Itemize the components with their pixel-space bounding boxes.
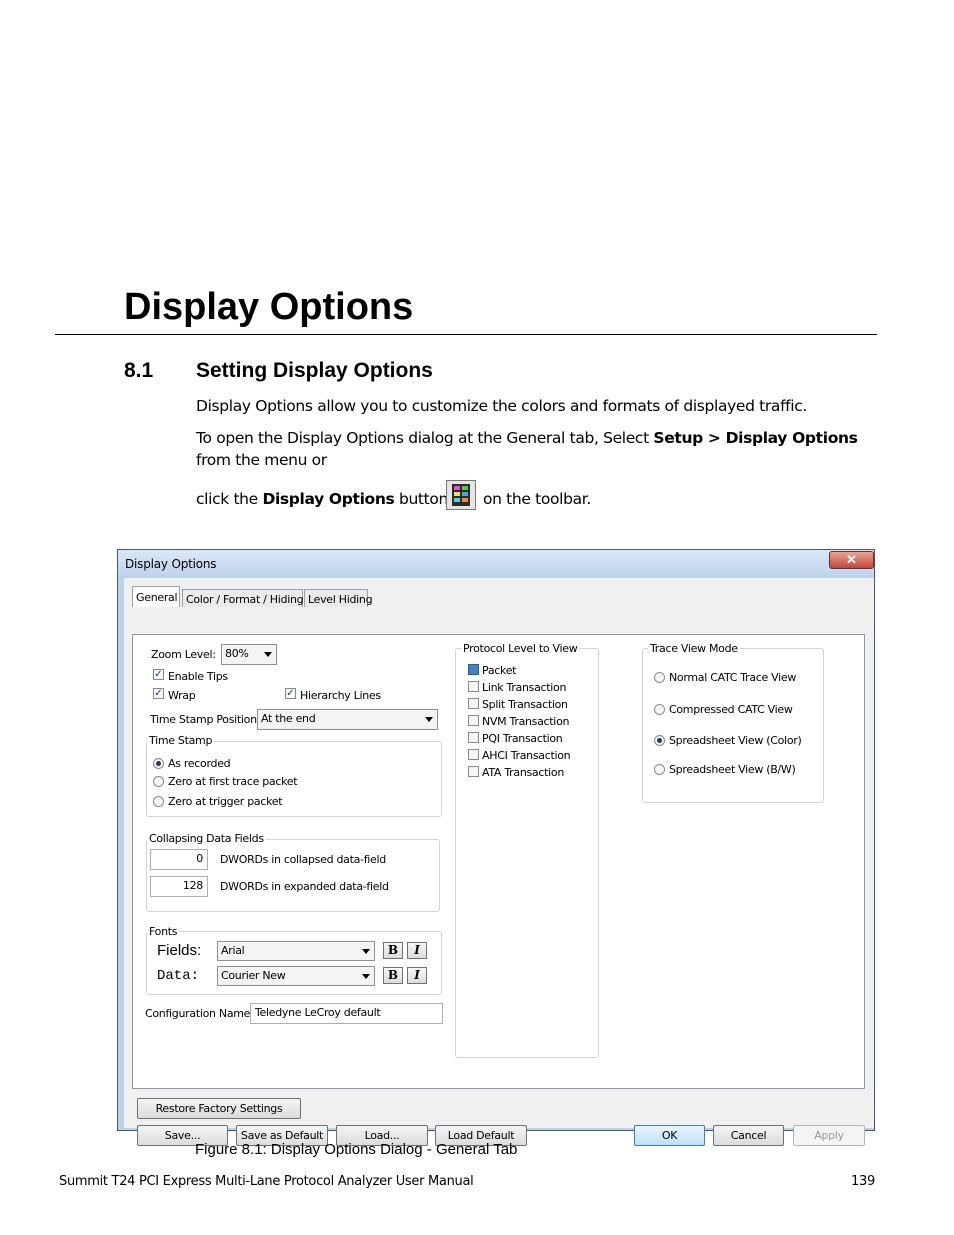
data-font-label: Data: <box>157 968 200 984</box>
spreadsheet-color-label: Spreadsheet View (Color) <box>669 734 802 747</box>
ahci-transaction-label: AHCI Transaction <box>482 749 571 762</box>
wrap-label: Wrap <box>168 689 196 702</box>
enable-tips-checkbox[interactable]: ✓ <box>153 669 164 680</box>
zoom-level-label: Zoom Level: <box>151 648 216 661</box>
normal-catc-radio[interactable] <box>654 672 665 683</box>
dialog-client-area: General Color / Format / Hiding Level Hi… <box>124 578 874 1146</box>
button-name: Display Options <box>262 490 395 508</box>
zero-first-packet-radio[interactable] <box>153 776 164 787</box>
fields-font-value: Arial <box>221 944 245 957</box>
zoom-level-value: 80% <box>225 647 249 660</box>
data-bold-button[interactable]: B <box>383 967 403 984</box>
zoom-level-select[interactable]: 80% <box>221 644 277 665</box>
pqi-transaction-label: PQI Transaction <box>482 732 563 745</box>
hierarchy-lines-label: Hierarchy Lines <box>300 689 381 702</box>
page-number: 139 <box>851 1174 875 1189</box>
protocol-level-group-label: Protocol Level to View <box>461 642 580 655</box>
section-number: 8.1 <box>124 359 154 382</box>
enable-tips-label: Enable Tips <box>168 670 228 683</box>
nvm-transaction-checkbox[interactable] <box>468 715 479 726</box>
packet-checkbox[interactable] <box>468 664 479 675</box>
collapsed-dwords-input[interactable]: 0 <box>150 849 208 870</box>
as-recorded-label: As recorded <box>168 757 231 770</box>
chapter-divider <box>55 334 877 335</box>
general-tab-panel: Zoom Level: 80% ✓ Enable Tips ✓ Wrap ✓ H… <box>132 634 865 1089</box>
fields-bold-button[interactable]: B <box>383 942 403 959</box>
chapter-title: Display Options <box>124 286 414 328</box>
timestamp-position-value: At the end <box>261 712 316 725</box>
normal-catc-label: Normal CATC Trace View <box>669 671 797 684</box>
link-transaction-checkbox[interactable] <box>468 681 479 692</box>
tab-level-hiding[interactable]: Level Hiding <box>304 589 373 607</box>
nvm-transaction-label: NVM Transaction <box>482 715 570 728</box>
chevron-down-icon <box>264 652 272 657</box>
spreadsheet-bw-label: Spreadsheet View (B/W) <box>669 763 796 776</box>
display-options-dialog: Display Options ✕ General Color / Format… <box>117 549 875 1146</box>
close-icon: ✕ <box>846 552 857 567</box>
paragraph-text: To open the Display Options dialog at th… <box>196 429 654 447</box>
configuration-name-label: Configuration Name: <box>145 1007 254 1020</box>
split-transaction-checkbox[interactable] <box>468 698 479 709</box>
footer-title: Summit T24 PCI Express Multi-Lane Protoc… <box>59 1174 474 1189</box>
expanded-dwords-input[interactable]: 128 <box>150 876 208 897</box>
spreadsheet-bw-radio[interactable] <box>654 764 665 775</box>
pqi-transaction-checkbox[interactable] <box>468 732 479 743</box>
ata-transaction-label: ATA Transaction <box>482 766 564 779</box>
tab-general[interactable]: General <box>132 586 180 607</box>
data-font-value: Courier New <box>221 969 286 982</box>
expanded-dwords-label: DWORDs in expanded data-field <box>220 880 389 893</box>
zero-trigger-packet-radio[interactable] <box>153 796 164 807</box>
configuration-name-input[interactable]: Teledyne LeCroy default <box>250 1003 443 1024</box>
close-button[interactable]: ✕ <box>829 551 874 569</box>
fonts-group-label: Fonts <box>147 925 180 938</box>
tab-color-format-hiding[interactable]: Color / Format / Hiding <box>182 589 304 607</box>
paragraph-open-dialog: To open the Display Options dialog at th… <box>196 429 858 447</box>
chevron-down-icon <box>362 974 370 979</box>
dialog-title: Display Options <box>125 557 217 571</box>
paragraph-toolbar-end: on the toolbar. <box>483 490 591 508</box>
cancel-button[interactable]: Cancel <box>713 1125 784 1146</box>
as-recorded-radio[interactable] <box>153 758 164 769</box>
data-italic-button[interactable]: I <box>407 967 427 984</box>
link-transaction-label: Link Transaction <box>482 681 567 694</box>
figure-caption: Figure 8.1: Display Options Dialog - Gen… <box>195 1141 518 1158</box>
timestamp-position-label: Time Stamp Position: <box>150 713 261 726</box>
time-stamp-group-label: Time Stamp <box>147 734 215 747</box>
ahci-transaction-checkbox[interactable] <box>468 749 479 760</box>
paragraph-text: button <box>394 490 448 508</box>
chevron-down-icon <box>425 717 433 722</box>
fields-font-select[interactable]: Arial <box>217 941 375 961</box>
timestamp-position-select[interactable]: At the end <box>257 709 438 730</box>
collapsing-group-label: Collapsing Data Fields <box>147 832 266 845</box>
ata-transaction-checkbox[interactable] <box>468 766 479 777</box>
apply-button[interactable]: Apply <box>793 1125 865 1146</box>
paragraph-intro: Display Options allow you to customize t… <box>196 397 807 415</box>
data-font-select[interactable]: Courier New <box>217 966 375 986</box>
fields-font-label: Fields: <box>157 942 202 959</box>
chevron-down-icon <box>362 949 370 954</box>
section-title: Setting Display Options <box>196 359 433 382</box>
restore-factory-settings-button[interactable]: Restore Factory Settings <box>137 1098 301 1119</box>
fields-italic-button[interactable]: I <box>407 942 427 959</box>
compressed-catc-label: Compressed CATC View <box>669 703 793 716</box>
dialog-titlebar[interactable] <box>118 550 874 576</box>
compressed-catc-radio[interactable] <box>654 704 665 715</box>
split-transaction-label: Split Transaction <box>482 698 568 711</box>
zero-first-packet-label: Zero at first trace packet <box>168 775 298 788</box>
paragraph-toolbar: click the Display Options button <box>196 490 448 508</box>
collapsed-dwords-label: DWORDs in collapsed data-field <box>220 853 386 866</box>
packet-label: Packet <box>482 664 517 677</box>
paragraph-text: click the <box>196 490 263 508</box>
menu-path: Setup > Display Options <box>653 429 858 447</box>
zero-trigger-packet-label: Zero at trigger packet <box>168 795 283 808</box>
paragraph-open-dialog-cont: from the menu or <box>196 451 327 469</box>
spreadsheet-color-radio[interactable] <box>654 735 665 746</box>
display-options-icon <box>446 480 476 510</box>
ok-button[interactable]: OK <box>634 1125 705 1146</box>
trace-view-mode-group-label: Trace View Mode <box>648 642 740 655</box>
wrap-checkbox[interactable]: ✓ <box>153 688 164 699</box>
hierarchy-lines-checkbox[interactable]: ✓ <box>285 688 296 699</box>
